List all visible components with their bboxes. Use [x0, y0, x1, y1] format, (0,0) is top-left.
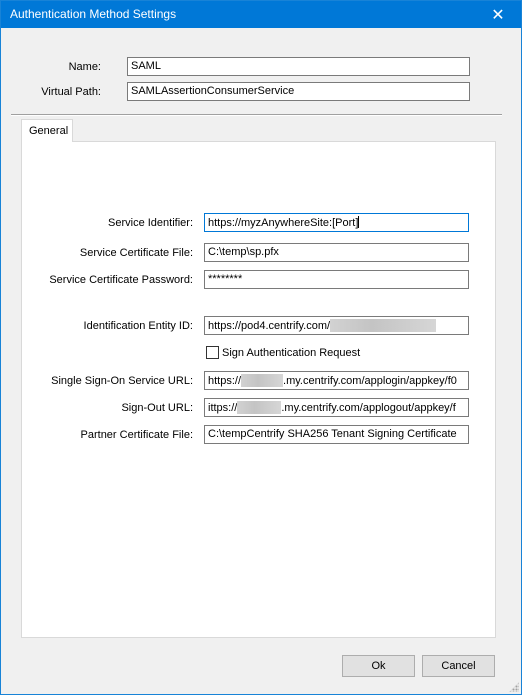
sso-service-url-field[interactable]: https:// .my.centrify.com/applogin/appkey… [204, 371, 469, 390]
identification-entity-id-field[interactable]: https://pod4.centrify.com/ [204, 316, 469, 335]
separator [11, 114, 502, 116]
identification-entity-id-value: https://pod4.centrify.com/ [208, 320, 331, 332]
service-cert-password-label: Service Certificate Password: [49, 274, 193, 286]
cancel-button[interactable]: Cancel [422, 655, 495, 677]
service-identifier-value: https://myzAnywhereSite:[Port] [208, 217, 359, 229]
partner-cert-file-label: Partner Certificate File: [80, 429, 193, 441]
sign-out-url-label: Sign-Out URL: [121, 402, 193, 414]
ok-button[interactable]: Ok [342, 655, 415, 677]
redacted-region [241, 374, 284, 387]
sso-service-url-label: Single Sign-On Service URL: [51, 375, 193, 387]
identification-entity-id-label: Identification Entity ID: [83, 320, 193, 332]
virtual-path-field[interactable]: SAMLAssertionConsumerService [127, 82, 470, 101]
tab-general-label: General [29, 125, 69, 137]
authentication-method-settings-dialog: Authentication Method Settings ✕ Name: S… [0, 0, 522, 695]
sign-auth-request-checkbox[interactable] [206, 346, 219, 359]
service-identifier-label: Service Identifier: [108, 217, 193, 229]
title-bar[interactable]: Authentication Method Settings ✕ [1, 1, 521, 28]
sso-service-url-suffix: .my.centrify.com/applogin/appkey/f0 [283, 375, 457, 387]
name-label: Name: [68, 61, 101, 73]
sign-out-url-field[interactable]: ittps:// .my.centrify.com/applogout/appke… [204, 398, 469, 417]
partner-cert-file-field[interactable]: C:\tempCentrify SHA256 Tenant Signing Ce… [204, 425, 469, 444]
name-field[interactable]: SAML [127, 57, 470, 76]
text-caret [358, 216, 360, 228]
service-identifier-field[interactable]: https://myzAnywhereSite:[Port] [204, 213, 469, 232]
service-cert-file-label: Service Certificate File: [79, 247, 193, 259]
service-cert-password-field[interactable]: ******** [204, 270, 469, 289]
tab-general[interactable]: General [21, 119, 73, 142]
redacted-region [330, 319, 437, 332]
sign-auth-request-label[interactable]: Sign Authentication Request [222, 347, 360, 359]
redacted-region [237, 401, 282, 414]
sign-out-url-prefix: ittps:// [208, 402, 238, 414]
close-icon[interactable]: ✕ [475, 1, 521, 28]
virtual-path-label: Virtual Path: [41, 86, 101, 98]
service-cert-file-field[interactable]: C:\temp\sp.pfx [204, 243, 469, 262]
sign-out-url-suffix: .my.centrify.com/applogout/appkey/f [281, 402, 456, 414]
sso-service-url-prefix: https:// [208, 375, 242, 387]
window-title: Authentication Method Settings [10, 7, 177, 21]
resize-grip[interactable] [509, 682, 519, 692]
